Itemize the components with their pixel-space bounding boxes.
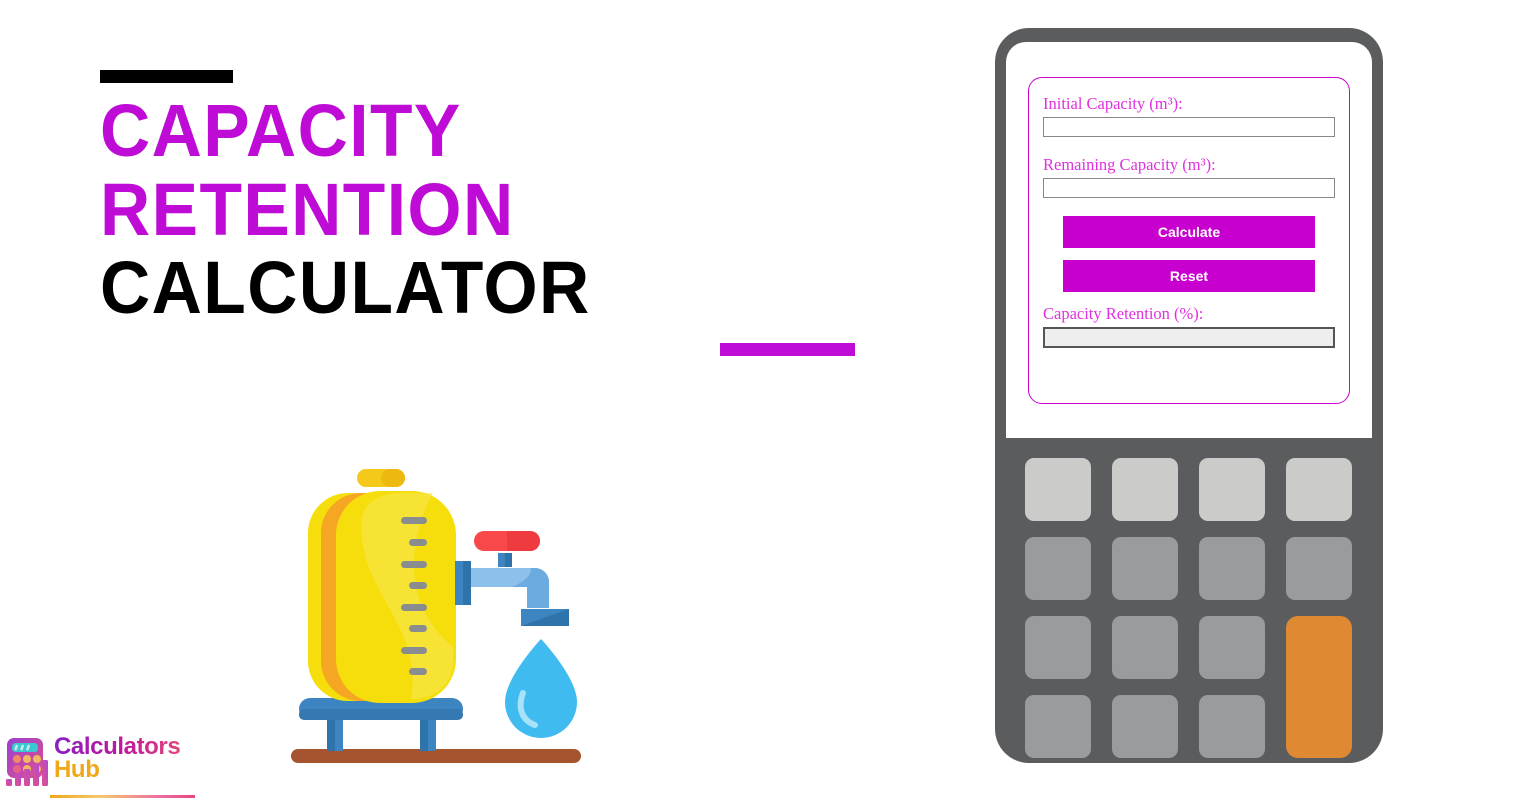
reset-button[interactable]: Reset: [1063, 260, 1315, 292]
keypad-key[interactable]: [1199, 458, 1265, 521]
remaining-capacity-label: Remaining Capacity (m³):: [1043, 155, 1335, 175]
keypad-key[interactable]: [1025, 458, 1091, 521]
calculators-hub-logo[interactable]: Calculators Hub: [4, 735, 181, 796]
capacity-retention-result[interactable]: [1043, 327, 1335, 348]
keypad-key[interactable]: [1112, 537, 1178, 600]
logo-word-hub: Hub: [54, 755, 100, 783]
title-line-1: CAPACITY: [100, 89, 462, 172]
keypad-key[interactable]: [1025, 695, 1091, 758]
logo-underline: [50, 795, 195, 798]
title-rule-bottom-wrap: [100, 331, 900, 357]
initial-capacity-label-text: Initial Capacity (m³):: [1043, 94, 1183, 113]
keypad-key[interactable]: [1199, 695, 1265, 758]
keypad-key[interactable]: [1286, 537, 1352, 600]
keypad-key-equals[interactable]: [1286, 616, 1352, 758]
keypad-key[interactable]: [1025, 537, 1091, 600]
page-title: CAPACITY RETENTION CALCULATOR: [100, 70, 900, 357]
logo-wordmark: Calculators Hub: [54, 735, 181, 783]
calculator-keypad: [1025, 458, 1353, 758]
calculator-device: Initial Capacity (m³): Remaining Capacit…: [995, 28, 1383, 763]
calculator-screen: Initial Capacity (m³): Remaining Capacit…: [1006, 42, 1372, 438]
capacity-retention-label: Capacity Retention (%):: [1043, 304, 1335, 324]
capacity-retention-label-text: Capacity Retention (%):: [1043, 304, 1204, 323]
water-tank-illustration: [283, 465, 593, 770]
calculate-button[interactable]: Calculate: [1063, 216, 1315, 248]
initial-capacity-input[interactable]: [1043, 117, 1335, 137]
title-line-2: RETENTION: [100, 167, 515, 251]
keypad-key[interactable]: [1199, 537, 1265, 600]
title-line-3: CALCULATOR: [100, 246, 591, 330]
keypad-key[interactable]: [1199, 616, 1265, 679]
keypad-key[interactable]: [1112, 458, 1178, 521]
title-rule-top: [100, 70, 233, 83]
capacity-retention-form: Initial Capacity (m³): Remaining Capacit…: [1028, 77, 1350, 404]
initial-capacity-label: Initial Capacity (m³):: [1043, 94, 1335, 114]
left-panel: CAPACITY RETENTION CALCULATOR Calculator…: [0, 0, 960, 800]
keypad-key[interactable]: [1112, 616, 1178, 679]
keypad-key[interactable]: [1025, 616, 1091, 679]
remaining-capacity-input[interactable]: [1043, 178, 1335, 198]
calculator-bars-icon: [4, 736, 50, 788]
remaining-capacity-label-text: Remaining Capacity (m³):: [1043, 155, 1216, 174]
title-rule-bottom: [720, 342, 855, 356]
keypad-key[interactable]: [1286, 458, 1352, 521]
keypad-key[interactable]: [1112, 695, 1178, 758]
